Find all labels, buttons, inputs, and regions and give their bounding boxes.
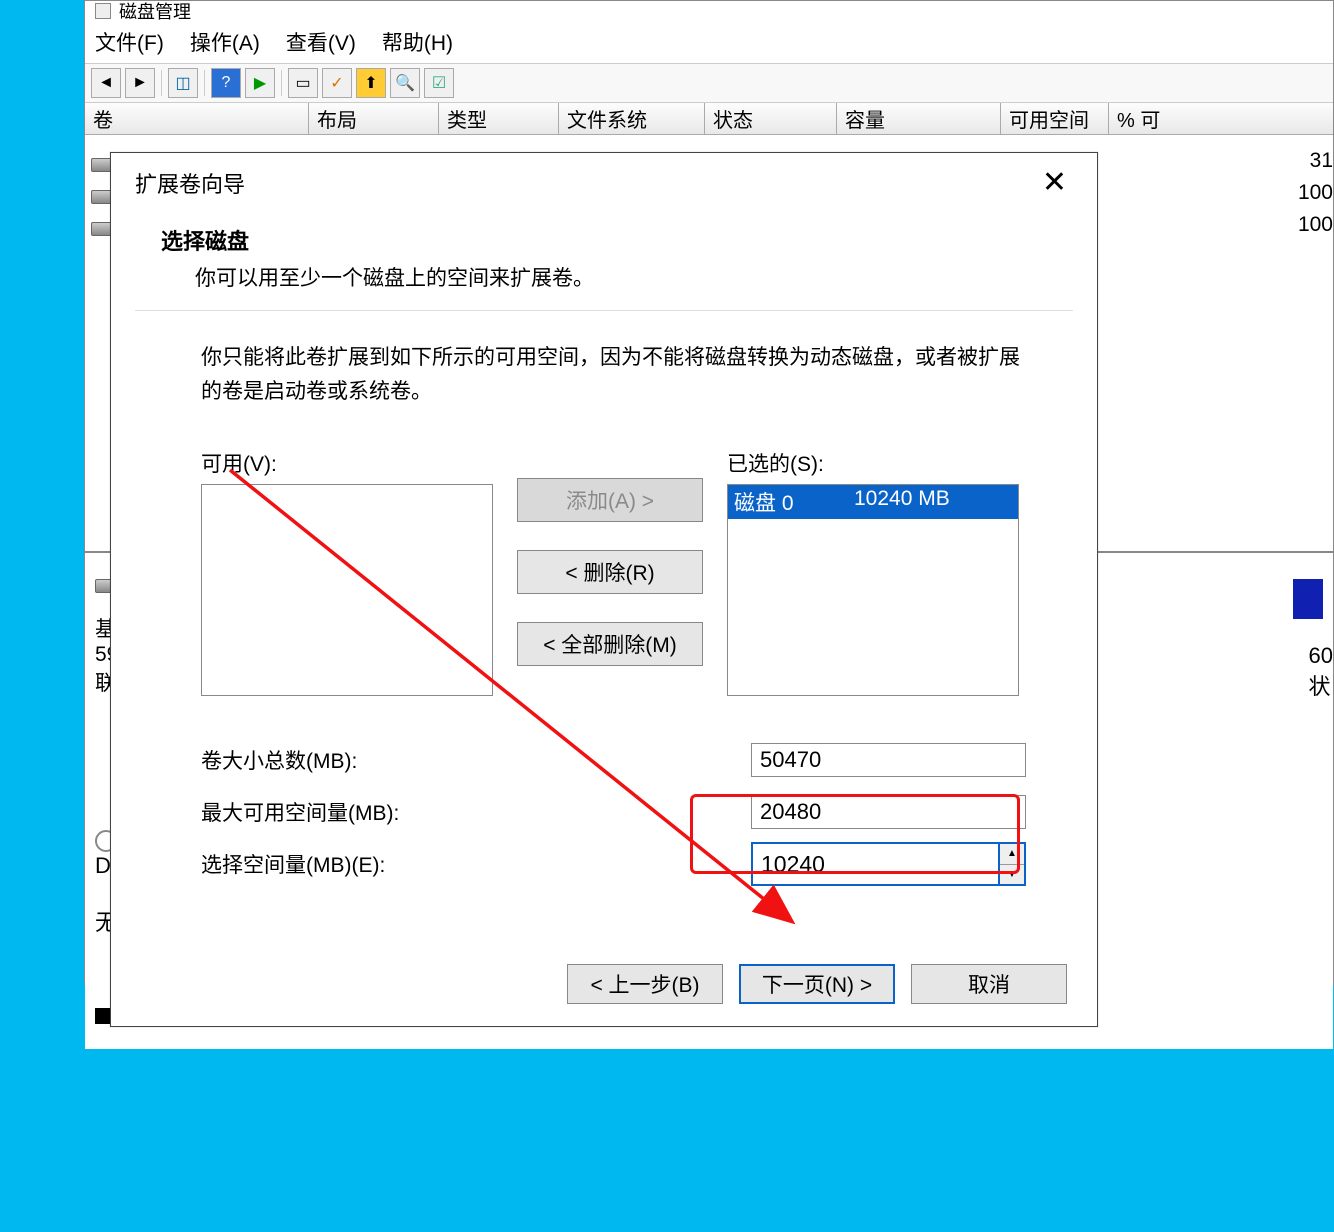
cancel-button[interactable]: 取消 (911, 964, 1067, 1004)
partition-bar[interactable] (1293, 579, 1323, 619)
toolbar-separator (204, 70, 205, 96)
help-icon[interactable]: ? (211, 68, 241, 98)
tool-icon-check[interactable]: ✓ (322, 68, 352, 98)
menu-view[interactable]: 查看(V) (286, 27, 356, 57)
toolbar-separator (281, 70, 282, 96)
tool-icon-search[interactable]: 🔍 (390, 68, 420, 98)
total-size-label: 卷大小总数(MB): (201, 745, 751, 775)
remove-all-button[interactable]: < 全部删除(M) (517, 622, 703, 666)
menu-action[interactable]: 操作(A) (190, 27, 260, 57)
wizard-explanation: 你只能将此卷扩展到如下所示的可用空间，因为不能将磁盘转换为动态磁盘，或者被扩展的… (201, 341, 1037, 408)
spinner-down-icon[interactable]: ▼ (1000, 865, 1024, 885)
wizard-title: 扩展卷向导 (135, 167, 245, 199)
col-free[interactable]: 可用空间 (1001, 103, 1109, 134)
col-status[interactable]: 状态 (705, 103, 837, 134)
volume-columns-header: 卷 布局 类型 文件系统 状态 容量 可用空间 % 可 (85, 103, 1333, 135)
close-icon[interactable]: ✕ (1032, 165, 1077, 200)
wizard-header: 扩展卷向导 ✕ (111, 153, 1097, 204)
right-val-2: 状 (1309, 669, 1333, 701)
menu-help[interactable]: 帮助(H) (382, 27, 453, 57)
window-title: 磁盘管理 (119, 0, 191, 24)
legend-square-icon (95, 1008, 111, 1024)
toolbar-separator (161, 70, 162, 96)
wizard-body: 你只能将此卷扩展到如下所示的可用空间，因为不能将磁盘转换为动态磁盘，或者被扩展的… (111, 311, 1097, 910)
select-space-input[interactable] (751, 842, 1000, 886)
window-titlebar: 磁盘管理 (85, 1, 1333, 21)
wizard-footer: < 上一步(B) 下一页(N) > 取消 (567, 964, 1067, 1004)
selected-disk-name: 磁盘 0 (734, 487, 854, 517)
col-capacity[interactable]: 容量 (837, 103, 1001, 134)
properties-icon[interactable]: ◫ (168, 68, 198, 98)
max-space-label: 最大可用空间量(MB): (201, 797, 751, 827)
col-layout[interactable]: 布局 (309, 103, 439, 134)
nav-forward-icon[interactable]: ► (125, 68, 155, 98)
add-button[interactable]: 添加(A) > (517, 478, 703, 522)
max-space-value: 20480 (751, 795, 1026, 829)
next-button[interactable]: 下一页(N) > (739, 964, 895, 1004)
pct-value: 100 (1298, 181, 1333, 205)
wizard-heading: 选择磁盘 (161, 224, 1047, 256)
refresh-icon[interactable]: ▶ (245, 68, 275, 98)
nav-back-icon[interactable]: ◄ (91, 68, 121, 98)
back-button[interactable]: < 上一步(B) (567, 964, 723, 1004)
menubar: 文件(F) 操作(A) 查看(V) 帮助(H) (85, 21, 1333, 63)
available-label: 可用(V): (201, 448, 493, 478)
app-icon (95, 3, 111, 19)
available-listbox[interactable] (201, 484, 493, 696)
pct-value: 100 (1298, 213, 1333, 237)
right-val-1: 60 (1309, 643, 1333, 669)
selected-disk-item[interactable]: 磁盘 0 10240 MB (728, 485, 1018, 519)
tool-icon-up[interactable]: ⬆ (356, 68, 386, 98)
toolbar: ◄ ► ◫ ? ▶ ▭ ✓ ⬆ 🔍 ☑ (85, 63, 1333, 103)
select-space-label: 选择空间量(MB)(E): (201, 849, 751, 879)
selected-listbox[interactable]: 磁盘 0 10240 MB (727, 484, 1019, 696)
remove-button[interactable]: < 删除(R) (517, 550, 703, 594)
pct-value: 31 (1310, 149, 1333, 173)
menu-file[interactable]: 文件(F) (95, 27, 164, 57)
selected-disk-size: 10240 MB (854, 487, 950, 517)
wizard-subheader: 选择磁盘 你可以用至少一个磁盘上的空间来扩展卷。 (111, 204, 1097, 292)
tool-icon-1[interactable]: ▭ (288, 68, 318, 98)
selected-label: 已选的(S): (727, 448, 1019, 478)
col-volume[interactable]: 卷 (85, 103, 309, 134)
tool-icon-list[interactable]: ☑ (424, 68, 454, 98)
select-space-spinner: ▲ ▼ (751, 842, 1026, 886)
wizard-subtitle: 你可以用至少一个磁盘上的空间来扩展卷。 (195, 262, 1047, 292)
disk-selection-area: 可用(V): 添加(A) > < 删除(R) < 全部删除(M) 已选的(S):… (201, 448, 1037, 696)
col-pct[interactable]: % 可 (1109, 103, 1333, 134)
size-fields: 卷大小总数(MB): 50470 最大可用空间量(MB): 20480 选择空间… (201, 734, 1037, 890)
spinner-up-icon[interactable]: ▲ (1000, 844, 1024, 865)
col-fs[interactable]: 文件系统 (559, 103, 705, 134)
extend-volume-wizard: 扩展卷向导 ✕ 选择磁盘 你可以用至少一个磁盘上的空间来扩展卷。 你只能将此卷扩… (110, 152, 1098, 1027)
total-size-value: 50470 (751, 743, 1026, 777)
col-type[interactable]: 类型 (439, 103, 559, 134)
